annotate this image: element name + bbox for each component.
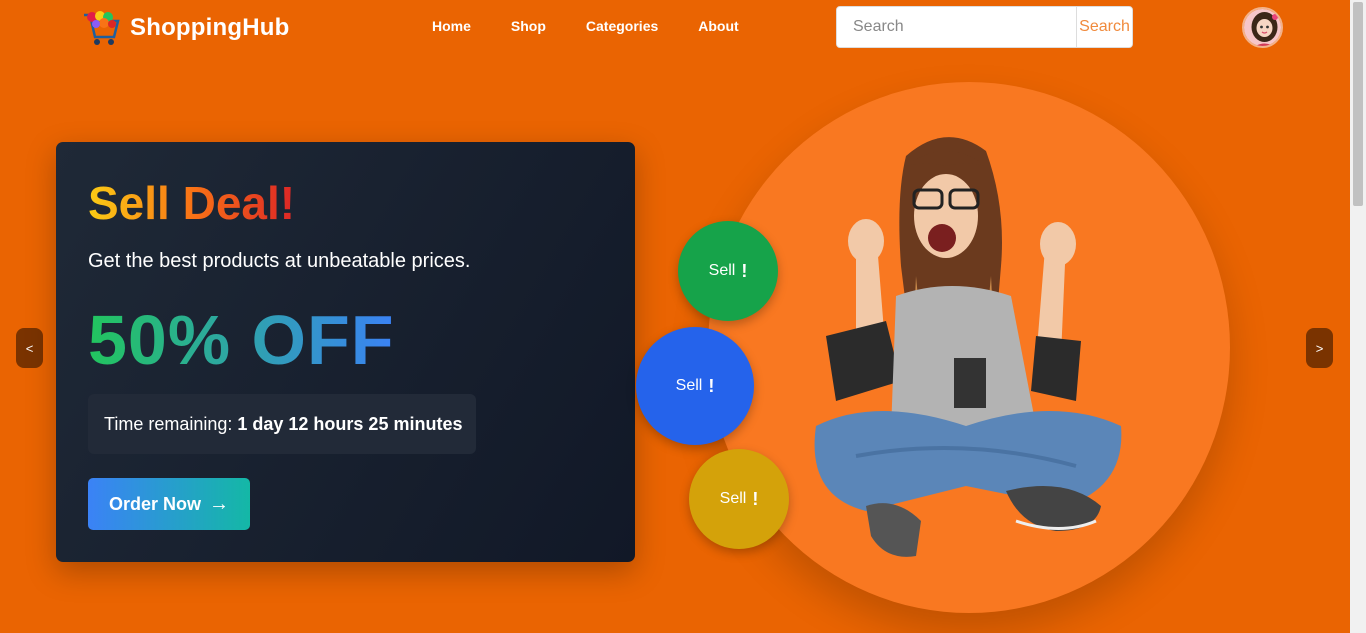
search-button[interactable]: Search xyxy=(1076,7,1132,47)
promo-discount: 50% OFF xyxy=(88,301,395,379)
search-input[interactable] xyxy=(837,7,1076,47)
carousel-prev-button[interactable]: < xyxy=(16,328,43,368)
nav-shop[interactable]: Shop xyxy=(511,18,546,34)
carousel-next-button[interactable]: > xyxy=(1306,328,1333,368)
order-now-button[interactable]: Order Now → xyxy=(88,478,250,530)
promo-subtitle: Get the best products at unbeatable pric… xyxy=(88,250,471,272)
exclamation-icon: ! xyxy=(708,375,715,396)
countdown-timer: Time remaining: 1 day 12 hours 25 minute… xyxy=(88,394,476,454)
shopping-cart-logo-icon xyxy=(80,7,122,49)
main-nav: Home Shop Categories About xyxy=(432,18,779,34)
sell-bubble-green[interactable]: Sell ! xyxy=(678,221,778,321)
bubble-label: Sell xyxy=(708,262,736,279)
promo-heading: Sell Deal! xyxy=(88,177,296,229)
sell-bubble-blue[interactable]: Sell ! xyxy=(636,327,754,445)
exclamation-icon: ! xyxy=(741,260,748,281)
brand[interactable]: ShoppingHub xyxy=(80,7,290,49)
brand-name: ShoppingHub xyxy=(130,14,290,41)
bubble-label: Sell xyxy=(719,490,747,507)
search-bar: Search xyxy=(836,6,1133,48)
timer-value: 1 day 12 hours 25 minutes xyxy=(237,413,463,434)
hero-person-image xyxy=(796,126,1130,566)
avatar[interactable] xyxy=(1242,7,1283,48)
scrollbar-thumb[interactable] xyxy=(1353,2,1363,206)
exclamation-icon: ! xyxy=(752,488,759,509)
sell-bubble-yellow[interactable]: Sell ! xyxy=(689,449,789,549)
bubble-label: Sell xyxy=(675,377,703,394)
top-navbar: ShoppingHub Home Shop Categories About S… xyxy=(0,0,1350,56)
vertical-scrollbar[interactable] xyxy=(1350,0,1366,633)
arrow-right-icon: → xyxy=(209,492,229,515)
nav-about[interactable]: About xyxy=(698,18,738,34)
nav-home[interactable]: Home xyxy=(432,18,471,34)
promo-card: Sell Deal! Get the best products at unbe… xyxy=(56,142,635,562)
timer-label: Time remaining: xyxy=(104,413,233,434)
order-now-label: Order Now xyxy=(108,493,201,514)
nav-categories[interactable]: Categories xyxy=(586,18,658,34)
